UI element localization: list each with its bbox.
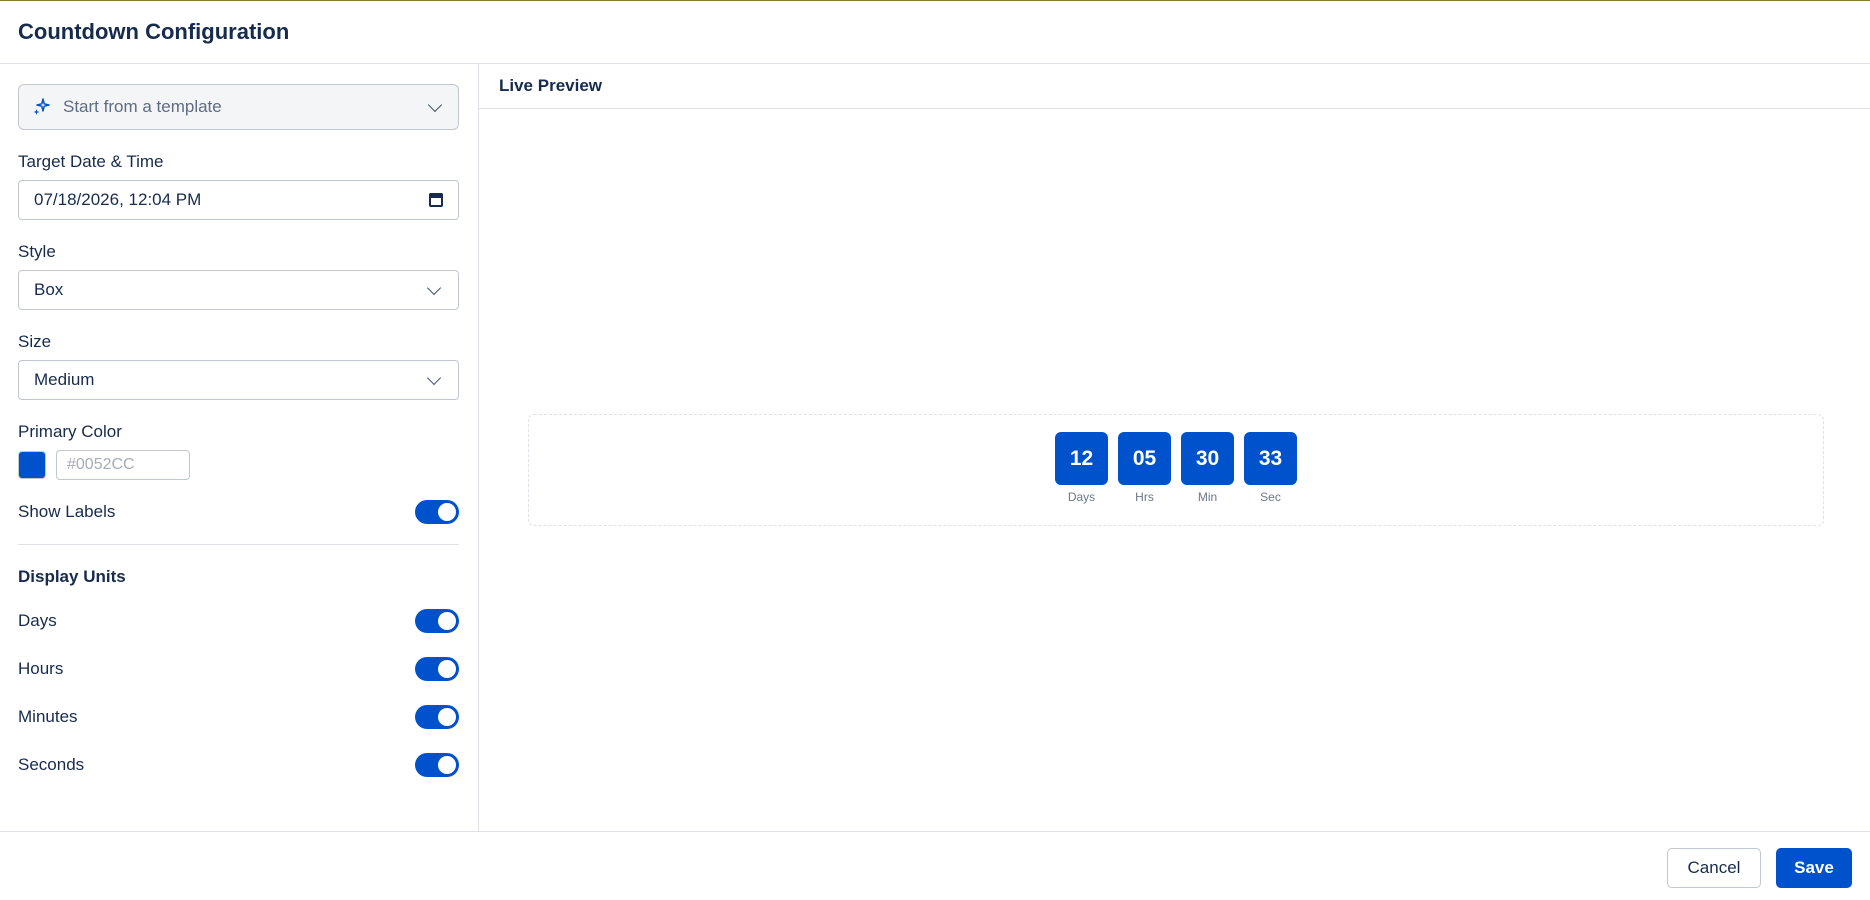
size-label: Size [18, 332, 52, 351]
sparkle-icon [33, 98, 50, 115]
unit-row-days: Days [18, 609, 459, 633]
days-toggle[interactable] [415, 609, 459, 633]
color-hex-input[interactable]: #0052CC [56, 450, 190, 480]
unit-row-seconds: Seconds [18, 753, 459, 777]
template-dropdown[interactable]: Start from a template [18, 84, 459, 130]
template-label: Start from a template [63, 97, 222, 116]
countdown-value: 30 [1181, 432, 1234, 485]
countdown-preview: 12 Days 05 Hrs 30 Min 33 Sec [528, 414, 1824, 526]
color-swatch[interactable] [18, 451, 46, 479]
preview-panel: Live Preview 12 Days 05 Hrs 30 Min 33 Se… [479, 64, 1870, 831]
size-value: Medium [34, 370, 95, 389]
unit-label: Hours [18, 659, 64, 678]
chevron-down-icon [426, 280, 442, 295]
countdown-label: Days [1067, 490, 1096, 504]
color-picker: #0052CC [18, 450, 460, 480]
primary-color-label: Primary Color [18, 422, 122, 441]
save-button[interactable]: Save [1776, 848, 1852, 888]
countdown-label: Sec [1260, 490, 1281, 504]
style-select[interactable]: Box [18, 270, 459, 310]
calendar-icon[interactable] [429, 193, 443, 207]
show-labels-row: Show Labels [18, 500, 459, 524]
countdown-unit-hours: 05 Hrs [1118, 432, 1171, 504]
target-date-input[interactable]: 07/18/2026, 12:04 PM [18, 180, 459, 220]
section-divider [18, 544, 459, 545]
chevron-down-icon [426, 370, 442, 385]
seconds-toggle[interactable] [415, 753, 459, 777]
show-labels-toggle[interactable] [415, 500, 459, 524]
countdown-unit-seconds: 33 Sec [1244, 432, 1297, 504]
target-date-value: 07/18/2026, 12:04 PM [34, 190, 202, 209]
countdown-value: 05 [1118, 432, 1171, 485]
minutes-toggle[interactable] [415, 705, 459, 729]
dialog-header: Countdown Configuration [0, 1, 1870, 64]
countdown-label: Hrs [1135, 490, 1154, 504]
config-panel: Start from a template Target Date & Time… [0, 64, 479, 831]
style-label: Style [18, 242, 56, 261]
countdown-label: Min [1197, 490, 1218, 504]
unit-label: Days [18, 611, 57, 630]
unit-label: Seconds [18, 755, 85, 774]
unit-row-hours: Hours [18, 657, 459, 681]
page-title: Countdown Configuration [18, 19, 290, 44]
dialog-footer: Cancel Save [0, 831, 1870, 900]
unit-row-minutes: Minutes [18, 705, 459, 729]
style-value: Box [34, 280, 64, 299]
show-labels-label: Show Labels [18, 502, 116, 521]
unit-label: Minutes [18, 707, 78, 726]
display-units-title: Display Units [18, 567, 126, 586]
preview-title: Live Preview [479, 64, 1870, 109]
chevron-down-icon [427, 97, 443, 112]
cancel-button[interactable]: Cancel [1667, 848, 1761, 888]
size-select[interactable]: Medium [18, 360, 459, 400]
countdown-unit-days: 12 Days [1055, 432, 1108, 504]
countdown-value: 33 [1244, 432, 1297, 485]
countdown-unit-minutes: 30 Min [1181, 432, 1234, 504]
hours-toggle[interactable] [415, 657, 459, 681]
target-date-label: Target Date & Time [18, 152, 164, 171]
countdown-value: 12 [1055, 432, 1108, 485]
